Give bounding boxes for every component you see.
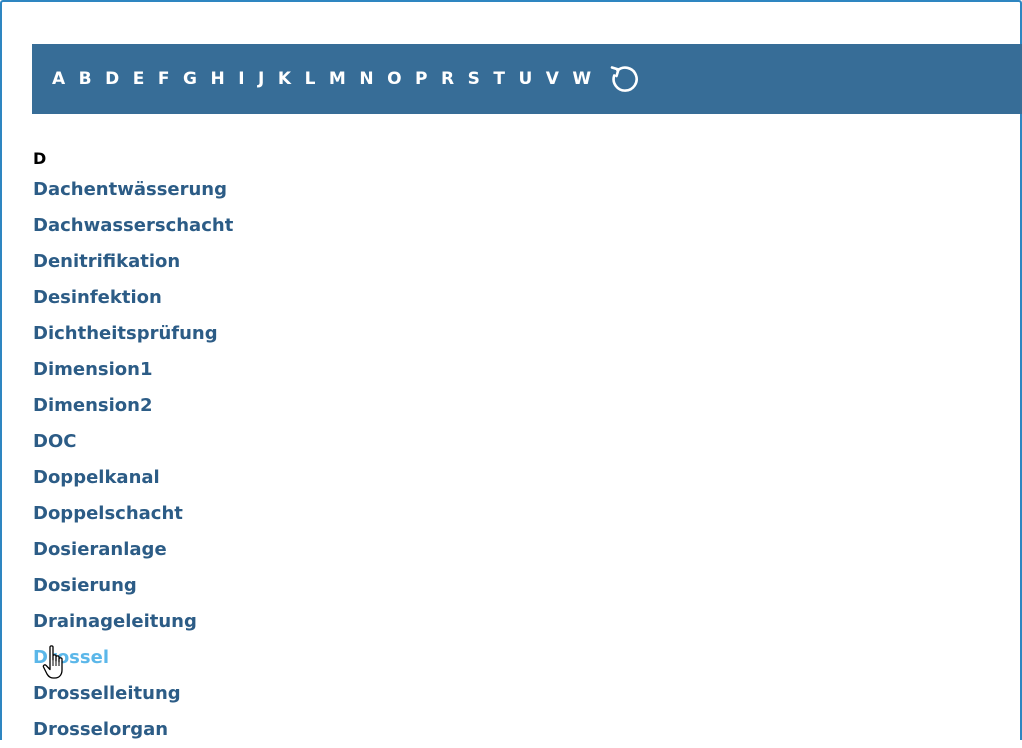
list-item: Dichtheitsprüfung [33,316,233,352]
letter-link-r[interactable]: R [441,70,455,88]
glossary-term-link[interactable]: Desinfektion [33,280,233,316]
letter-link-i[interactable]: I [238,70,245,88]
letter-link-a[interactable]: A [52,70,66,88]
list-item: DOC [33,424,233,460]
letter-link-o[interactable]: O [387,70,402,88]
list-item: Drosselorgan [33,712,233,748]
list-item: Dimension2 [33,388,233,424]
letter-link-s[interactable]: S [468,70,481,88]
section-heading: D [33,149,47,168]
glossary-term-link[interactable]: Dichtheitsprüfung [33,316,233,352]
list-item: Desinfektion [33,280,233,316]
alphabet-nav: ABDEFGHIJKLMNOPRSTUVW [32,44,1022,114]
glossary-term-link[interactable]: Denitrifikation [33,244,233,280]
glossary-content: D Dachentwässerung Dachwasserschacht Denit… [33,145,233,748]
glossary-term-link[interactable]: DOC [33,424,233,460]
list-item: Dimension1 [33,352,233,388]
letter-link-d[interactable]: D [105,70,120,88]
list-item: Drosselleitung [33,676,233,712]
list-item: Doppelschacht [33,496,233,532]
letter-link-u[interactable]: U [518,70,532,88]
list-item: Dosieranlage [33,532,233,568]
glossary-term-link[interactable]: Dosierung [33,568,233,604]
letter-link-g[interactable]: G [183,70,197,88]
letter-link-k[interactable]: K [278,70,292,88]
glossary-term-link[interactable]: Doppelkanal [33,460,233,496]
letter-link-p[interactable]: P [415,70,428,88]
letter-link-v[interactable]: V [546,70,560,88]
term-list: Dachentwässerung Dachwasserschacht Denitri… [33,172,233,748]
letter-link-j[interactable]: J [258,70,265,88]
glossary-term-link[interactable]: Dachwasserschacht [33,208,233,244]
glossary-term-link[interactable]: Dimension1 [33,352,233,388]
letter-link-b[interactable]: B [79,70,92,88]
glossary-term-link[interactable]: Dimension2 [33,388,233,424]
letter-link-n[interactable]: N [359,70,374,88]
letter-link-l[interactable]: L [305,70,316,88]
list-item: Dachwasserschacht [33,208,233,244]
list-item: Drainageleitung [33,604,233,640]
list-item: Denitrifikation [33,244,233,280]
list-item: Dachentwässerung [33,172,233,208]
reset-icon[interactable] [607,61,643,97]
list-item: Drossel [33,640,233,676]
glossary-term-link[interactable]: Doppelschacht [33,496,233,532]
letter-link-f[interactable]: F [158,70,170,88]
letter-link-t[interactable]: T [493,70,505,88]
letter-list: ABDEFGHIJKLMNOPRSTUVW [52,70,605,88]
glossary-term-link[interactable]: Dosieranlage [33,532,233,568]
glossary-panel: ABDEFGHIJKLMNOPRSTUVW D Dachentwässerung… [0,0,1022,740]
glossary-term-link[interactable]: Dachentwässerung [33,172,233,208]
list-item: Dosierung [33,568,233,604]
letter-link-e[interactable]: E [133,70,145,88]
glossary-term-link[interactable]: Drossel [33,640,233,676]
letter-link-w[interactable]: W [572,70,591,88]
reset-icon-graphic [610,66,638,92]
letter-link-h[interactable]: H [210,70,225,88]
list-item: Doppelkanal [33,460,233,496]
glossary-term-link[interactable]: Drosselorgan [33,712,233,748]
glossary-term-link[interactable]: Drainageleitung [33,604,233,640]
letter-link-m[interactable]: M [329,70,346,88]
glossary-term-link[interactable]: Drosselleitung [33,676,233,712]
